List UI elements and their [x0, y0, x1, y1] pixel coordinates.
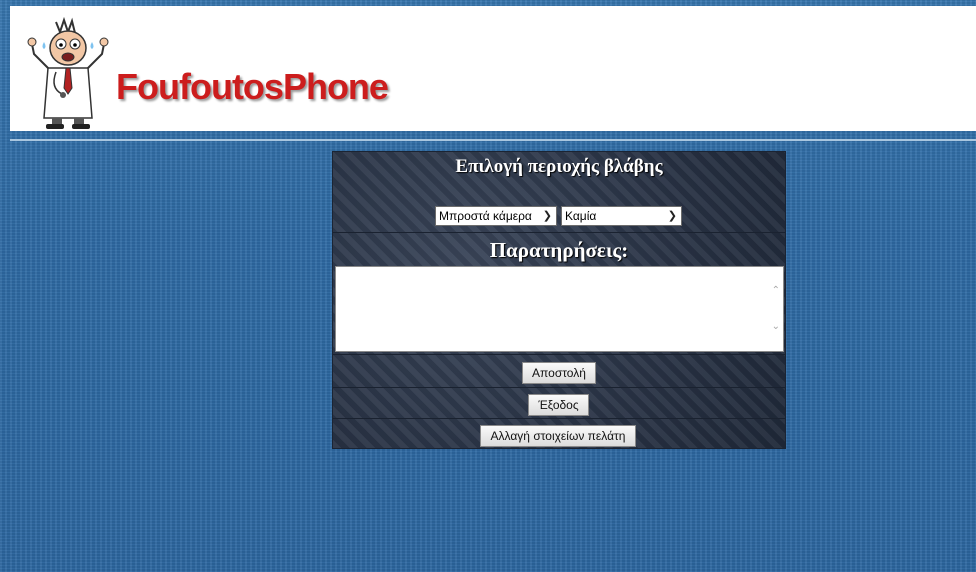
notes-textarea[interactable]: ⌃ ⌄ [335, 266, 784, 352]
row-divider [333, 387, 785, 388]
issue-select[interactable]: Καμία ❯ [561, 206, 682, 226]
chevron-down-icon: ❯ [667, 210, 677, 222]
header-divider [10, 139, 976, 141]
site-header: FoufoutosPhone [10, 6, 976, 131]
row-divider [333, 418, 785, 419]
submit-button[interactable]: Αποστολή [522, 362, 596, 384]
form-title: Επιλογή περιοχής βλάβης [455, 156, 663, 177]
notes-label: Παρατηρήσεις: [489, 238, 629, 262]
change-customer-button[interactable]: Αλλαγή στοιχείων πελάτη [480, 425, 636, 447]
row-divider [333, 232, 785, 233]
cartoon-doctor-icon [27, 16, 109, 129]
chevron-down-icon: ❯ [542, 210, 552, 222]
exit-button[interactable]: Έξοδος [528, 394, 589, 416]
row-divider [333, 354, 785, 355]
issue-select-value: Καμία [565, 209, 597, 223]
area-select-value: Μπροστά κάμερα [439, 209, 532, 223]
scroll-down-icon[interactable]: ⌄ [772, 321, 780, 332]
scroll-up-icon[interactable]: ⌃ [772, 285, 780, 296]
area-select[interactable]: Μπροστά κάμερα ❯ [435, 206, 557, 226]
brand-title: FoufoutosPhone [116, 66, 389, 107]
